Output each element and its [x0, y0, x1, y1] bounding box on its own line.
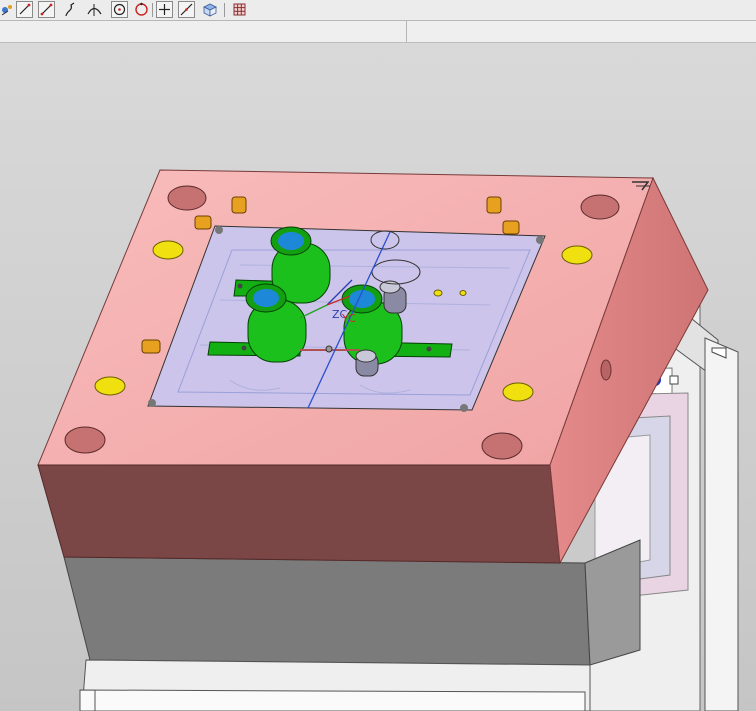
selection-filter-field[interactable] [0, 21, 407, 42]
circle-icon[interactable] [133, 1, 150, 18]
circle-center-icon[interactable] [111, 1, 128, 18]
arc-icon[interactable] [86, 1, 103, 18]
toolbar [0, 0, 756, 21]
axis-label-yc: YC [342, 312, 356, 325]
toolbar-separator [152, 3, 153, 17]
infinite-line-icon[interactable] [178, 1, 195, 18]
grid-icon[interactable] [231, 1, 248, 18]
mold-assembly-model [37, 169, 739, 711]
line-icon[interactable] [16, 1, 33, 18]
toolbar-separator [224, 3, 225, 17]
graphics-viewport[interactable]: ZC YC [0, 43, 756, 711]
selection-bar [0, 21, 756, 43]
view-cube-icon[interactable] [201, 1, 218, 18]
point-icon[interactable] [156, 1, 173, 18]
selection-scope-field[interactable] [407, 21, 756, 42]
line-two-points-icon[interactable] [38, 1, 55, 18]
spline-icon[interactable] [62, 1, 79, 18]
orient-view-icon[interactable] [0, 1, 17, 18]
b-plate [63, 539, 641, 711]
